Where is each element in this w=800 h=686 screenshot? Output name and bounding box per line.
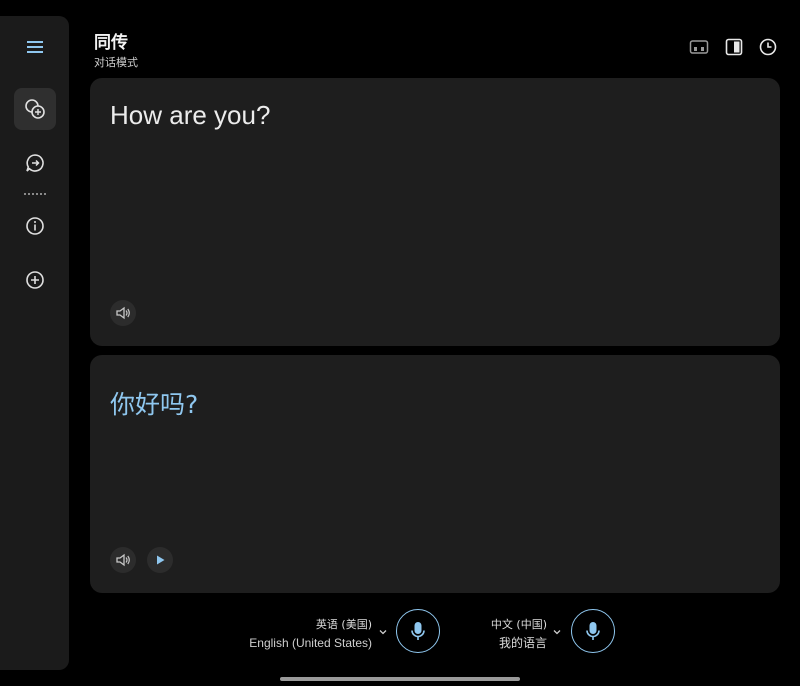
split-view-icon [725, 38, 743, 56]
left-language-name: 英语 (美国) [315, 618, 372, 631]
info-button[interactable] [14, 205, 56, 247]
right-mic-button[interactable] [571, 609, 615, 653]
microphone-icon [586, 622, 600, 640]
history-icon [759, 38, 777, 56]
right-language-name: 中文 (中国) [490, 618, 547, 631]
left-language-native: English (United States) [249, 636, 372, 650]
split-view-button[interactable] [723, 36, 745, 58]
add-icon [26, 271, 44, 289]
chevron-down-icon[interactable] [552, 627, 562, 637]
dual-screen-icon [689, 40, 709, 54]
rail-divider [24, 193, 46, 195]
page-title: 同传 [94, 33, 128, 53]
dual-screen-button[interactable] [688, 36, 710, 58]
speaker-icon [116, 306, 130, 320]
chat-button[interactable] [14, 142, 56, 184]
speaker-icon [116, 553, 130, 567]
menu-button[interactable] [14, 26, 56, 68]
left-mic-button[interactable] [396, 609, 440, 653]
chevron-down-icon[interactable] [378, 627, 388, 637]
navigation-rail [0, 16, 69, 670]
conversation-mode-button[interactable] [14, 88, 56, 130]
conversation-icon [25, 99, 45, 119]
source-speak-button[interactable] [110, 300, 136, 326]
source-card: How are you? [90, 78, 780, 346]
translation-text: 你好吗? [110, 390, 199, 419]
page-subtitle: 对话模式 [94, 56, 138, 69]
right-language-selector[interactable]: 中文 (中国) 我的语言 [491, 616, 547, 652]
menu-icon [27, 41, 43, 53]
home-indicator[interactable] [280, 677, 520, 681]
microphone-icon [411, 622, 425, 640]
translation-play-button[interactable] [147, 547, 173, 573]
info-icon [26, 217, 44, 235]
right-language-label: 我的语言 [498, 636, 547, 650]
source-text: How are you? [110, 100, 271, 130]
chat-bubble-icon [26, 154, 44, 172]
history-button[interactable] [757, 36, 779, 58]
translation-card: 你好吗? [90, 355, 780, 593]
play-icon [157, 555, 165, 565]
add-button[interactable] [14, 259, 56, 301]
translation-speak-button[interactable] [110, 547, 136, 573]
left-language-selector[interactable]: 英语 (美国) English (United States) [249, 616, 372, 652]
